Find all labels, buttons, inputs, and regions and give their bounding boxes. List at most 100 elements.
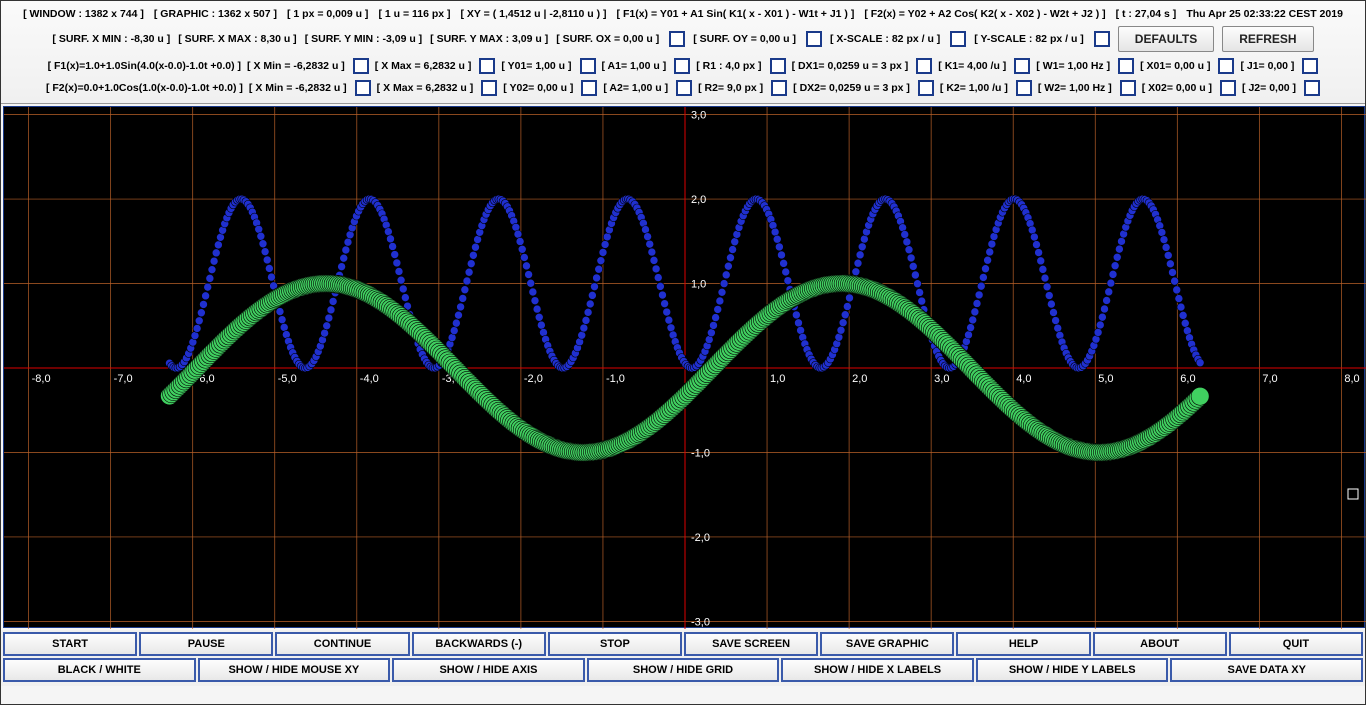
f2-xmax-checkbox[interactable]	[481, 80, 497, 96]
f1-y01-checkbox[interactable]	[580, 58, 596, 74]
f1-k1-checkbox[interactable]	[1014, 58, 1030, 74]
f1-j1: [ J1= 0,00 ]	[1240, 60, 1294, 72]
svg-text:-1,0: -1,0	[606, 373, 625, 385]
y-scale: [ Y-SCALE : 82 px / u ]	[974, 33, 1084, 45]
f1-w1-checkbox[interactable]	[1118, 58, 1134, 74]
f2-w2: [ W2= 1,00 Hz ]	[1038, 82, 1112, 94]
f1-xmax-checkbox[interactable]	[479, 58, 495, 74]
f1-r1-checkbox[interactable]	[770, 58, 786, 74]
svg-text:5,0: 5,0	[1098, 373, 1113, 385]
f1-x01-checkbox[interactable]	[1218, 58, 1234, 74]
start-button[interactable]: START	[3, 632, 137, 656]
f1-def: [ F1(x) = Y01 + A1 Sin( K1( x - X01 ) - …	[617, 8, 855, 20]
backwards-button[interactable]: BACKWARDS (-)	[412, 632, 546, 656]
px-u-info: [ 1 px = 0,009 u ]	[287, 8, 368, 20]
save-data-xy-button[interactable]: SAVE DATA XY	[1170, 658, 1363, 682]
f1-x01: [ X01= 0,00 u ]	[1140, 60, 1210, 72]
chart-area[interactable]: -8,0-7,0-6,0-5,0-4,0-3,0-2,0-1,01,02,03,…	[3, 106, 1365, 628]
graphic-info: [ GRAPHIC : 1362 x 507 ]	[154, 8, 277, 20]
svg-text:-4,0: -4,0	[360, 373, 379, 385]
f2-w2-checkbox[interactable]	[1120, 80, 1136, 96]
f1-a1: [ A1= 1,00 u ]	[602, 60, 667, 72]
chart-svg: -8,0-7,0-6,0-5,0-4,0-3,0-2,0-1,01,02,03,…	[4, 107, 1366, 629]
f2-r2: [ R2= 9,0 px ]	[698, 82, 763, 94]
surf-oy: [ SURF. OY = 0,00 u ]	[693, 33, 796, 45]
xscale-checkbox[interactable]	[950, 31, 966, 47]
f1-r1: [ R1 : 4,0 px ]	[696, 60, 761, 72]
svg-text:-2,0: -2,0	[524, 373, 543, 385]
ox-checkbox[interactable]	[669, 31, 685, 47]
f2-def: [ F2(x) = Y02 + A2 Cos( K2( x - X02 ) - …	[864, 8, 1105, 20]
f2-r2-checkbox[interactable]	[771, 80, 787, 96]
svg-text:-1,0: -1,0	[691, 447, 710, 459]
svg-text:7,0: 7,0	[1262, 373, 1277, 385]
f1-k1: [ K1= 4,00 /u ]	[938, 60, 1006, 72]
svg-text:1,0: 1,0	[691, 279, 706, 291]
svg-text:-8,0: -8,0	[32, 373, 51, 385]
f2-dx2-checkbox[interactable]	[918, 80, 934, 96]
quit-button[interactable]: QUIT	[1229, 632, 1363, 656]
svg-text:-7,0: -7,0	[114, 373, 133, 385]
about-button[interactable]: ABOUT	[1093, 632, 1227, 656]
info-row-4-f2: [ F2(x)=0.0+1.0Cos(1.0(x-0.0)-1.0t +0.0)…	[9, 77, 1357, 99]
svg-text:-2,0: -2,0	[691, 532, 710, 544]
x-scale: [ X-SCALE : 82 px / u ]	[830, 33, 940, 45]
info-row-2: [ SURF. X MIN : -8,30 u ] [ SURF. X MAX …	[9, 23, 1357, 55]
continue-button[interactable]: CONTINUE	[275, 632, 409, 656]
f1-expr: [ F1(x)=1.0+1.0Sin(4.0(x-0.0)-1.0t +0.0)…	[48, 60, 241, 72]
defaults-button[interactable]: DEFAULTS	[1118, 26, 1214, 52]
svg-text:1,0: 1,0	[770, 373, 785, 385]
f2-y02-checkbox[interactable]	[581, 80, 597, 96]
f1-dx1: [ DX1= 0,0259 u = 3 px ]	[792, 60, 909, 72]
info-row-3-f1: [ F1(x)=1.0+1.0Sin(4.0(x-0.0)-1.0t +0.0)…	[9, 55, 1357, 77]
svg-text:-3,0: -3,0	[691, 616, 710, 628]
surf-ymin: [ SURF. Y MIN : -3,09 u ]	[305, 33, 422, 45]
surf-xmin: [ SURF. X MIN : -8,30 u ]	[52, 33, 170, 45]
show-hide-ylabels-button[interactable]: SHOW / HIDE Y LABELS	[976, 658, 1169, 682]
xy-info: [ XY = ( 1,4512 u | -2,8110 u ) ]	[461, 8, 607, 20]
black-white-button[interactable]: BLACK / WHITE	[3, 658, 196, 682]
f1-j1-checkbox[interactable]	[1302, 58, 1318, 74]
svg-text:6,0: 6,0	[1180, 373, 1195, 385]
f2-k2-checkbox[interactable]	[1016, 80, 1032, 96]
svg-text:3,0: 3,0	[691, 110, 706, 122]
yscale-checkbox[interactable]	[1094, 31, 1110, 47]
show-hide-grid-button[interactable]: SHOW / HIDE GRID	[587, 658, 780, 682]
refresh-button[interactable]: REFRESH	[1222, 26, 1313, 52]
info-row-1: [ WINDOW : 1382 x 744 ] [ GRAPHIC : 1362…	[9, 5, 1357, 23]
f1-a1-checkbox[interactable]	[674, 58, 690, 74]
show-hide-mouse-button[interactable]: SHOW / HIDE MOUSE XY	[198, 658, 391, 682]
date-info: Thu Apr 25 02:33:22 CEST 2019	[1186, 8, 1343, 20]
pause-button[interactable]: PAUSE	[139, 632, 273, 656]
f2-xmin: [ X Min = -6,2832 u ]	[249, 82, 347, 94]
f1-xmax: [ X Max = 6,2832 u ]	[375, 60, 472, 72]
f1-dx1-checkbox[interactable]	[916, 58, 932, 74]
f2-j2-checkbox[interactable]	[1304, 80, 1320, 96]
u-px-info: [ 1 u = 116 px ]	[378, 8, 450, 20]
f2-x02: [ X02= 0,00 u ]	[1142, 82, 1212, 94]
svg-text:2,0: 2,0	[691, 194, 706, 206]
oy-checkbox[interactable]	[806, 31, 822, 47]
stop-button[interactable]: STOP	[548, 632, 682, 656]
f1-xmin: [ X Min = -6,2832 u ]	[247, 60, 345, 72]
f2-xmax: [ X Max = 6,2832 u ]	[377, 82, 474, 94]
f2-xmin-checkbox[interactable]	[355, 80, 371, 96]
show-hide-xlabels-button[interactable]: SHOW / HIDE X LABELS	[781, 658, 974, 682]
save-graphic-button[interactable]: SAVE GRAPHIC	[820, 632, 954, 656]
button-row-2: BLACK / WHITE SHOW / HIDE MOUSE XY SHOW …	[3, 658, 1363, 682]
help-button[interactable]: HELP	[956, 632, 1090, 656]
f2-x02-checkbox[interactable]	[1220, 80, 1236, 96]
f2-a2: [ A2= 1,00 u ]	[603, 82, 668, 94]
f1-xmin-checkbox[interactable]	[353, 58, 369, 74]
save-screen-button[interactable]: SAVE SCREEN	[684, 632, 818, 656]
svg-text:-5,0: -5,0	[278, 373, 297, 385]
f1-y01: [ Y01= 1,00 u ]	[501, 60, 571, 72]
f2-a2-checkbox[interactable]	[676, 80, 692, 96]
surf-xmax: [ SURF. X MAX : 8,30 u ]	[178, 33, 296, 45]
f2-expr: [ F2(x)=0.0+1.0Cos(1.0(x-0.0)-1.0t +0.0)…	[46, 82, 243, 94]
f2-y02: [ Y02= 0,00 u ]	[503, 82, 573, 94]
surf-ymax: [ SURF. Y MAX : 3,09 u ]	[430, 33, 548, 45]
surf-ox: [ SURF. OX = 0,00 u ]	[556, 33, 659, 45]
show-hide-axis-button[interactable]: SHOW / HIDE AXIS	[392, 658, 585, 682]
svg-text:8,0: 8,0	[1344, 373, 1359, 385]
